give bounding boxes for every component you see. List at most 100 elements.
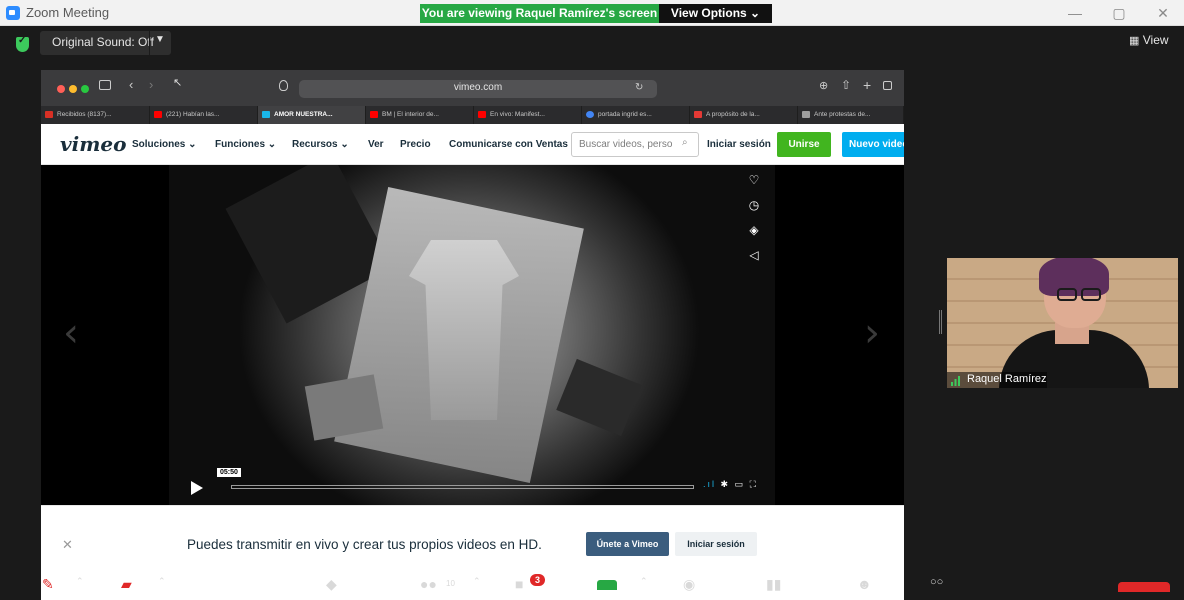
play-icon[interactable] bbox=[191, 481, 203, 495]
chat-icon[interactable]: ■ bbox=[515, 576, 523, 592]
watch-later-icon[interactable]: ◷ bbox=[747, 198, 761, 212]
browser-tab[interactable]: Recibidos (8137)... bbox=[41, 106, 150, 124]
glasses-icon bbox=[1057, 288, 1077, 301]
view-options-button[interactable]: View Options ⌄ bbox=[659, 4, 772, 23]
close-icon[interactable]: ✕ bbox=[1146, 2, 1180, 24]
close-dot-icon[interactable] bbox=[57, 85, 65, 93]
maximize-icon[interactable]: ▢ bbox=[1102, 2, 1136, 24]
reload-icon[interactable]: ↻ bbox=[635, 82, 643, 93]
forward-icon[interactable]: › bbox=[149, 77, 153, 92]
site-icon bbox=[694, 111, 702, 118]
download-icon[interactable]: ⊕ bbox=[819, 79, 828, 92]
nav-recursos[interactable]: Recursos ⌄ bbox=[292, 139, 349, 150]
back-icon[interactable]: ‹ bbox=[129, 77, 133, 92]
grid-view-icon: ▦ bbox=[1129, 35, 1140, 47]
chevron-up-icon[interactable]: ⌃ bbox=[158, 576, 166, 587]
address-bar[interactable]: vimeo.com ↻ bbox=[299, 80, 657, 98]
chat-badge: 3 bbox=[530, 574, 545, 586]
more-icon[interactable]: ○○ bbox=[930, 576, 943, 588]
minimize-dot-icon[interactable] bbox=[69, 85, 77, 93]
minimize-icon[interactable]: — bbox=[1058, 2, 1092, 24]
divider bbox=[149, 31, 150, 55]
chevron-up-icon[interactable]: ⌃ bbox=[76, 576, 84, 587]
end-meeting-button[interactable] bbox=[1118, 582, 1170, 592]
browser-tab[interactable]: portada ingrid es... bbox=[582, 106, 690, 124]
browser-tab-bar: Recibidos (8137)... (221) Habían las... … bbox=[41, 106, 904, 124]
close-icon[interactable]: ✕ bbox=[62, 537, 73, 553]
share-icon[interactable]: ◁ bbox=[747, 248, 761, 262]
login-link[interactable]: Iniciar sesión bbox=[707, 139, 771, 150]
nav-ver[interactable]: Ver bbox=[368, 139, 384, 150]
volume-icon[interactable]: .ıl bbox=[703, 479, 716, 489]
participants-icon[interactable]: ●● bbox=[420, 576, 437, 592]
tab-overview-icon[interactable] bbox=[883, 81, 892, 90]
mute-icon[interactable]: ✎ bbox=[42, 576, 54, 593]
nav-funciones[interactable]: Funciones ⌄ bbox=[215, 139, 276, 150]
nav-soluciones[interactable]: Soluciones ⌄ bbox=[132, 139, 197, 150]
url-text: vimeo.com bbox=[453, 82, 503, 93]
join-vimeo-button[interactable]: Únete a Vimeo bbox=[586, 532, 669, 556]
security-shield-icon[interactable] bbox=[16, 35, 29, 52]
signal-strength-icon bbox=[951, 376, 960, 386]
share-screen-icon[interactable] bbox=[597, 580, 617, 590]
reactions-icon[interactable]: ☻ bbox=[857, 576, 872, 592]
previous-arrow-icon[interactable]: ‹ bbox=[63, 310, 79, 356]
sidebar-icon[interactable] bbox=[99, 80, 111, 90]
browser-tab[interactable]: A propósito de la... bbox=[690, 106, 798, 124]
promo-text: Puedes transmitir en vivo y crear tus pr… bbox=[187, 537, 542, 552]
participants-count: 10 bbox=[446, 579, 455, 588]
participant-video-tile[interactable]: Raquel Ramírez bbox=[947, 258, 1178, 388]
join-button[interactable]: Unirse bbox=[777, 132, 831, 157]
share-icon[interactable]: ⇧ bbox=[841, 78, 851, 92]
original-sound-label: Original Sound: Off bbox=[52, 35, 154, 49]
record-icon[interactable]: ◉ bbox=[683, 576, 695, 593]
browser-tab[interactable]: Ante protestas de... bbox=[798, 106, 904, 124]
video-frame[interactable] bbox=[169, 165, 775, 505]
cursor-icon: ↖ bbox=[173, 77, 183, 89]
breakout-rooms-icon[interactable]: ▮▮ bbox=[766, 576, 781, 593]
like-icon[interactable]: ♡ bbox=[747, 173, 761, 187]
search-placeholder: Buscar videos, perso bbox=[579, 139, 673, 150]
youtube-icon bbox=[370, 111, 378, 118]
chevron-up-icon[interactable]: ⌃ bbox=[640, 576, 648, 587]
video-player[interactable]: ‹ ♡ ◷ ◈ ◁ › 05:50 .ıl ✱ ▭ ⛶ bbox=[41, 165, 904, 505]
window-title: Zoom Meeting bbox=[26, 5, 110, 20]
security-icon[interactable]: ◆ bbox=[326, 576, 337, 593]
collections-icon[interactable]: ◈ bbox=[747, 223, 761, 237]
fullscreen-icon[interactable]: ⛶ bbox=[750, 479, 758, 489]
timecode: 05:50 bbox=[217, 468, 241, 477]
glasses-icon bbox=[1081, 288, 1101, 301]
new-tab-icon[interactable]: + bbox=[863, 77, 871, 93]
chevron-up-icon[interactable]: ⌃ bbox=[473, 576, 481, 587]
zoom-dot-icon[interactable] bbox=[81, 85, 89, 93]
browser-tab[interactable]: (221) Habían las... bbox=[150, 106, 258, 124]
new-video-button[interactable]: Nuevo video bbox=[842, 132, 904, 157]
chevron-down-icon[interactable]: ▼ bbox=[155, 34, 165, 45]
viewing-screen-banner: You are viewing Raquel Ramírez's screen bbox=[420, 4, 659, 23]
small-photo bbox=[556, 358, 642, 437]
participant-name: Raquel Ramírez bbox=[967, 373, 1047, 385]
view-button[interactable]: ▦ View bbox=[1129, 33, 1169, 47]
youtube-icon bbox=[154, 111, 162, 118]
pip-icon[interactable]: ▭ bbox=[735, 479, 746, 489]
browser-tab[interactable]: En vivo: Manifest... bbox=[474, 106, 582, 124]
vimeo-logo[interactable]: vimeo bbox=[60, 132, 126, 156]
search-icon[interactable]: ⌕ bbox=[682, 137, 688, 148]
privacy-shield-icon[interactable] bbox=[279, 80, 288, 91]
nav-ventas[interactable]: Comunicarse con Ventas bbox=[449, 139, 568, 150]
search-input[interactable]: Buscar videos, perso ⌕ bbox=[571, 132, 699, 157]
nav-precio[interactable]: Precio bbox=[400, 139, 431, 150]
stop-video-icon[interactable]: ▰ bbox=[121, 576, 132, 593]
site-icon bbox=[802, 111, 810, 118]
settings-icon[interactable]: ✱ bbox=[721, 479, 731, 489]
vimeo-icon bbox=[262, 111, 270, 118]
promo-login-button[interactable]: Iniciar sesión bbox=[675, 532, 757, 556]
panel-resize-handle[interactable] bbox=[939, 310, 942, 334]
next-arrow-icon[interactable]: › bbox=[864, 310, 880, 356]
browser-tab-active[interactable]: AMOR NUESTRA... bbox=[258, 106, 366, 124]
browser-tab[interactable]: BM | El interior de... bbox=[366, 106, 474, 124]
progress-bar[interactable] bbox=[231, 485, 694, 489]
promo-bar: ✕ Puedes transmitir en vivo y crear tus … bbox=[41, 505, 904, 573]
view-button-label: View bbox=[1142, 33, 1169, 47]
gmail-icon bbox=[45, 111, 53, 118]
